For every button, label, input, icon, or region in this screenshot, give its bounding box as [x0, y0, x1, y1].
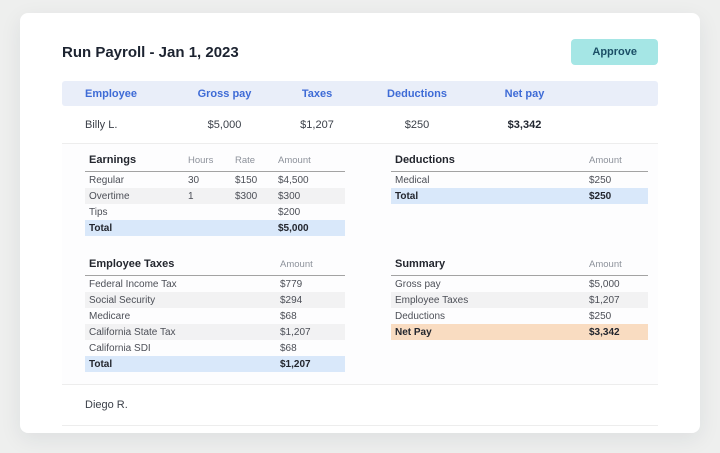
row-label: Overtime	[85, 191, 188, 202]
row-label: California State Tax	[85, 327, 280, 338]
tax-row-ca-state-tax: California State Tax $1,207	[85, 324, 345, 340]
column-header-deductions: Deductions	[357, 88, 477, 100]
row-amount: $1,207	[280, 327, 345, 338]
total-amount: $250	[589, 191, 648, 202]
gross-pay-value: $5,000	[172, 119, 277, 131]
deductions-table: Deductions Amount Medical $250 Total $25…	[391, 154, 648, 236]
page-title: Run Payroll - Jan 1, 2023	[62, 44, 239, 61]
row-rate: $150	[235, 175, 278, 186]
row-label: Regular	[85, 175, 188, 186]
total-label: Net Pay	[391, 327, 589, 338]
earnings-title: Earnings	[85, 154, 188, 166]
earnings-col-amount: Amount	[278, 155, 345, 166]
earnings-row-overtime: Overtime 1 $300 $300	[85, 188, 345, 204]
summary-net-pay-row: Net Pay $3,342	[391, 324, 648, 340]
employee-taxes-title: Employee Taxes	[85, 258, 280, 270]
employee-name: Diego R.	[62, 399, 172, 411]
row-amount: $68	[280, 343, 345, 354]
row-amount: $779	[280, 279, 345, 290]
row-amount: $1,207	[589, 295, 648, 306]
employee-taxes-header: Employee Taxes Amount	[85, 258, 345, 276]
total-amount: $5,000	[278, 223, 345, 234]
row-label: Medical	[391, 175, 589, 186]
earnings-table: Earnings Hours Rate Amount Regular 30 $1…	[85, 154, 345, 236]
row-amount: $5,000	[589, 279, 648, 290]
deductions-total-row: Total $250	[391, 188, 648, 204]
employee-taxes-col-amount: Amount	[280, 259, 345, 270]
row-amount: $294	[280, 295, 345, 306]
total-label: Total	[85, 359, 280, 370]
row-amount: $300	[278, 191, 345, 202]
column-header-taxes: Taxes	[277, 88, 357, 100]
billy-detail-panel: Earnings Hours Rate Amount Regular 30 $1…	[62, 144, 658, 385]
row-label: Federal Income Tax	[85, 279, 280, 290]
card-header: Run Payroll - Jan 1, 2023 Approve	[62, 13, 658, 65]
row-hours: 1	[188, 191, 235, 202]
summary-row-gross-pay: Gross pay $5,000	[391, 276, 648, 292]
row-amount: $200	[278, 207, 345, 218]
employee-taxes-total-row: Total $1,207	[85, 356, 345, 372]
row-label: Gross pay	[391, 279, 589, 290]
approve-button[interactable]: Approve	[571, 39, 658, 65]
employee-name: Billy L.	[62, 119, 172, 131]
deductions-title: Deductions	[391, 154, 589, 166]
table-row-billy[interactable]: Billy L. $5,000 $1,207 $250 $3,342	[62, 106, 658, 144]
row-label: Tips	[85, 207, 188, 218]
deductions-row-medical: Medical $250	[391, 172, 648, 188]
employee-taxes-table: Employee Taxes Amount Federal Income Tax…	[85, 258, 345, 372]
row-label: Social Security	[85, 295, 280, 306]
row-amount: $68	[280, 311, 345, 322]
summary-header: Summary Amount	[391, 258, 648, 276]
row-label: California SDI	[85, 343, 280, 354]
payroll-card: Run Payroll - Jan 1, 2023 Approve Employ…	[20, 13, 700, 433]
row-rate: $300	[235, 191, 278, 202]
total-label: Total	[391, 191, 589, 202]
summary-col-amount: Amount	[589, 259, 648, 270]
column-header-gross-pay: Gross pay	[172, 88, 277, 100]
tax-row-federal: Federal Income Tax $779	[85, 276, 345, 292]
earnings-col-rate: Rate	[235, 155, 278, 166]
table-row-diego[interactable]: Diego R.	[62, 385, 658, 426]
row-hours: 30	[188, 175, 235, 186]
deductions-header: Deductions Amount	[391, 154, 648, 172]
row-amount: $250	[589, 175, 648, 186]
payroll-table-header: Employee Gross pay Taxes Deductions Net …	[62, 81, 658, 106]
earnings-row-regular: Regular 30 $150 $4,500	[85, 172, 345, 188]
total-amount: $3,342	[589, 327, 648, 338]
total-label: Total	[85, 223, 188, 234]
summary-row-employee-taxes: Employee Taxes $1,207	[391, 292, 648, 308]
summary-table: Summary Amount Gross pay $5,000 Employee…	[391, 258, 648, 372]
row-label: Employee Taxes	[391, 295, 589, 306]
net-pay-value: $3,342	[477, 119, 572, 131]
tax-row-social-security: Social Security $294	[85, 292, 345, 308]
row-amount: $250	[589, 311, 648, 322]
earnings-header: Earnings Hours Rate Amount	[85, 154, 345, 172]
tax-row-medicare: Medicare $68	[85, 308, 345, 324]
row-label: Deductions	[391, 311, 589, 322]
taxes-value: $1,207	[277, 119, 357, 131]
earnings-total-row: Total $5,000	[85, 220, 345, 236]
deductions-col-amount: Amount	[589, 155, 648, 166]
column-header-employee: Employee	[62, 88, 172, 100]
deductions-value: $250	[357, 119, 477, 131]
summary-title: Summary	[391, 258, 589, 270]
summary-row-deductions: Deductions $250	[391, 308, 648, 324]
earnings-col-hours: Hours	[188, 155, 235, 166]
column-header-net-pay: Net pay	[477, 88, 572, 100]
row-amount: $4,500	[278, 175, 345, 186]
earnings-row-tips: Tips $200	[85, 204, 345, 220]
tax-row-ca-sdi: California SDI $68	[85, 340, 345, 356]
total-amount: $1,207	[280, 359, 345, 370]
row-label: Medicare	[85, 311, 280, 322]
